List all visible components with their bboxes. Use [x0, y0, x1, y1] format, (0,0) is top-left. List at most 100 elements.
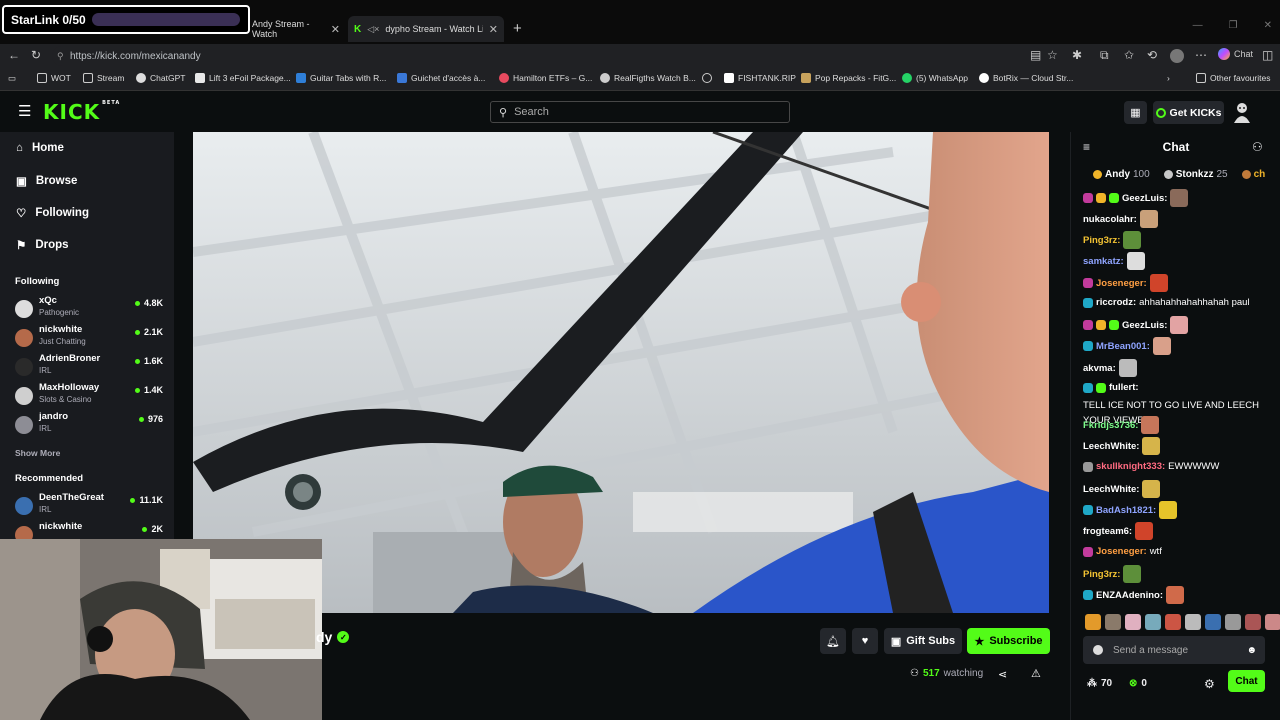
chat-username[interactable]: nukacolahr:	[1083, 212, 1137, 227]
close-tab-icon[interactable]: ✕	[489, 23, 498, 36]
chat-username[interactable]: MrBean001:	[1096, 339, 1150, 354]
close-window-icon[interactable]: ✕	[1264, 20, 1272, 31]
sidebar-channel-deenthegreat[interactable]: DeenTheGreat IRL 11.1K	[15, 492, 163, 518]
sidebar-toggle-icon[interactable]: ◫	[1262, 48, 1273, 62]
chat-settings-icon[interactable]: ⚙	[1204, 677, 1215, 691]
bookmark-item[interactable]: Stream	[83, 73, 124, 83]
emote-icon[interactable]	[1185, 614, 1201, 630]
emote-icon[interactable]	[1225, 614, 1241, 630]
show-more-link[interactable]: Show More	[15, 448, 60, 458]
nav-browse[interactable]: ▣ Browse	[16, 174, 77, 188]
chat-username[interactable]: frogteam6:	[1083, 524, 1132, 539]
nav-following[interactable]: ♡ Following	[16, 206, 89, 220]
nav-drops[interactable]: ⚑ Drops	[16, 238, 69, 252]
bookmark-item[interactable]: WOT	[37, 73, 71, 83]
share-icon[interactable]: ⋖	[998, 668, 1007, 681]
new-tab-icon[interactable]: +	[513, 20, 522, 37]
subscribe-button[interactable]: ★ Subscribe	[967, 628, 1050, 654]
chat-username[interactable]: ENZAAdenino:	[1096, 588, 1163, 603]
emote-icon[interactable]	[1105, 614, 1121, 630]
bookmark-item[interactable]: Guichet d'accès à...	[397, 73, 485, 83]
emote-icon[interactable]	[1205, 614, 1221, 630]
bookmark-menu-icon[interactable]: ▭	[8, 73, 16, 84]
sidebar-channel-jandro[interactable]: jandro IRL 976	[15, 411, 163, 437]
chat-username[interactable]: Joseneger:	[1096, 544, 1147, 559]
close-tab-icon[interactable]: ✕	[331, 23, 340, 36]
chat-username[interactable]: GeezLuis:	[1122, 318, 1167, 333]
emote-icon[interactable]	[1165, 614, 1181, 630]
leaderboard-entry[interactable]: ch	[1241, 169, 1265, 180]
chat-username[interactable]: LeechWhite:	[1083, 482, 1139, 497]
notification-bell-button[interactable]: 🔔︎	[820, 628, 846, 654]
channel-points[interactable]: ⁂ 70	[1087, 678, 1112, 689]
bookmark-item[interactable]: (5) WhatsApp	[902, 73, 968, 83]
bookmark-item[interactable]: Lift 3 eFoil Package...	[195, 73, 291, 83]
bookmark-item[interactable]: BotRix — Cloud Str...	[979, 73, 1073, 83]
send-chat-button[interactable]: Chat	[1228, 670, 1265, 692]
extensions-icon[interactable]: ✱	[1072, 48, 1082, 62]
bookmark-item[interactable]: FISHTANK.RIP	[724, 73, 796, 83]
chat-username[interactable]: riccrodz:	[1096, 295, 1136, 310]
chat-username[interactable]: LeechWhite:	[1083, 439, 1139, 454]
leaderboard-entry[interactable]: Andy 100	[1093, 169, 1150, 180]
report-warning-icon[interactable]: ⚠	[1031, 667, 1041, 680]
browser-tab[interactable]: Andy Stream - Watch ✕	[246, 16, 346, 42]
emote-icon[interactable]	[1085, 614, 1101, 630]
copilot-chat-button[interactable]: Chat	[1218, 48, 1253, 60]
back-icon[interactable]: ←	[8, 48, 20, 62]
minimize-icon[interactable]: —	[1193, 20, 1203, 31]
browser-tab-active[interactable]: K ◁× dypho Stream - Watch Live or ✕	[348, 16, 504, 42]
menu-icon[interactable]: ☰	[18, 102, 31, 120]
sidebar-channel-xqc[interactable]: xQc Pathogenic 4.8K	[15, 295, 163, 321]
get-kicks-button[interactable]: Get KICKs	[1153, 101, 1224, 124]
address-bar[interactable]: ⚲ https://kick.com/mexicanandy	[52, 46, 1042, 66]
history-icon[interactable]: ⟲	[1147, 48, 1157, 62]
streamer-name[interactable]: dy ✓	[316, 629, 350, 645]
chat-username[interactable]: fullert:	[1109, 380, 1139, 395]
chat-message-input[interactable]: Send a message ☻	[1083, 636, 1265, 664]
emote-icon[interactable]	[1245, 614, 1261, 630]
bookmarks-overflow-icon[interactable]: ›	[1167, 73, 1170, 83]
bookmark-item[interactable]: Hamilton ETFs – G...	[499, 73, 592, 83]
chat-username[interactable]: GeezLuis:	[1122, 191, 1167, 206]
follow-heart-button[interactable]: ♥	[852, 628, 878, 654]
bookmark-item[interactable]: Guitar Tabs with R...	[296, 73, 386, 83]
sidebar-channel-adrienbroner[interactable]: AdrienBroner IRL 1.6K	[15, 353, 163, 379]
sidebar-channel-nickwhite[interactable]: nickwhite Just Chatting 2.1K	[15, 324, 163, 350]
favorite-star-icon[interactable]: ☆	[1047, 48, 1058, 62]
bookmark-item[interactable]: RealFigths Watch B...	[600, 73, 696, 83]
maximize-icon[interactable]: ❐	[1229, 20, 1238, 31]
emoji-picker-icon[interactable]: ☻	[1246, 645, 1257, 656]
more-menu-icon[interactable]: ⋯	[1195, 48, 1207, 62]
chat-username[interactable]: skullknight333:	[1096, 459, 1165, 474]
profile-avatar[interactable]	[1170, 49, 1184, 63]
other-favourites[interactable]: Other favourites	[1196, 73, 1270, 83]
emote-icon[interactable]	[1265, 614, 1280, 630]
chat-username[interactable]: Ping3rz:	[1083, 567, 1120, 582]
chat-username[interactable]: Joseneger:	[1096, 276, 1147, 291]
chat-username[interactable]: Ping3rz:	[1083, 233, 1120, 248]
bookmark-item[interactable]	[702, 73, 712, 83]
chat-users-icon[interactable]: ⚇	[1252, 140, 1263, 154]
bookmark-item[interactable]: Pop Repacks - FitG...	[801, 73, 896, 83]
muted-speaker-icon[interactable]: ◁×	[367, 24, 379, 35]
leaderboard-entry[interactable]: Stonkzz 25	[1163, 169, 1228, 180]
kick-logo[interactable]: KICK BETA	[43, 100, 120, 124]
emote-icon[interactable]	[1125, 614, 1141, 630]
favorites-icon[interactable]: ✩	[1124, 48, 1134, 62]
gift-subs-button[interactable]: ▣ Gift Subs	[884, 628, 962, 654]
search-input[interactable]: ⚲ Search	[490, 101, 790, 123]
refresh-icon[interactable]: ↻	[31, 48, 41, 62]
user-avatar[interactable]	[1232, 101, 1252, 123]
chat-username[interactable]: BadAsh1821:	[1096, 503, 1156, 518]
bookmark-item[interactable]: ChatGPT	[136, 73, 185, 83]
layout-toggle-button[interactable]: ▦	[1124, 101, 1147, 124]
sidebar-channel-maxholloway[interactable]: MaxHolloway Slots & Casino 1.4K	[15, 382, 163, 408]
split-screen-icon[interactable]: ⧉	[1100, 48, 1109, 63]
emote-icon[interactable]	[1145, 614, 1161, 630]
nav-home[interactable]: ⌂ Home	[16, 142, 64, 154]
chat-username[interactable]: Fkridjs3736:	[1083, 418, 1138, 433]
site-info-icon[interactable]: ⚲	[57, 51, 64, 62]
chat-username[interactable]: samkatz:	[1083, 254, 1124, 269]
chat-username[interactable]: akvma:	[1083, 361, 1116, 376]
